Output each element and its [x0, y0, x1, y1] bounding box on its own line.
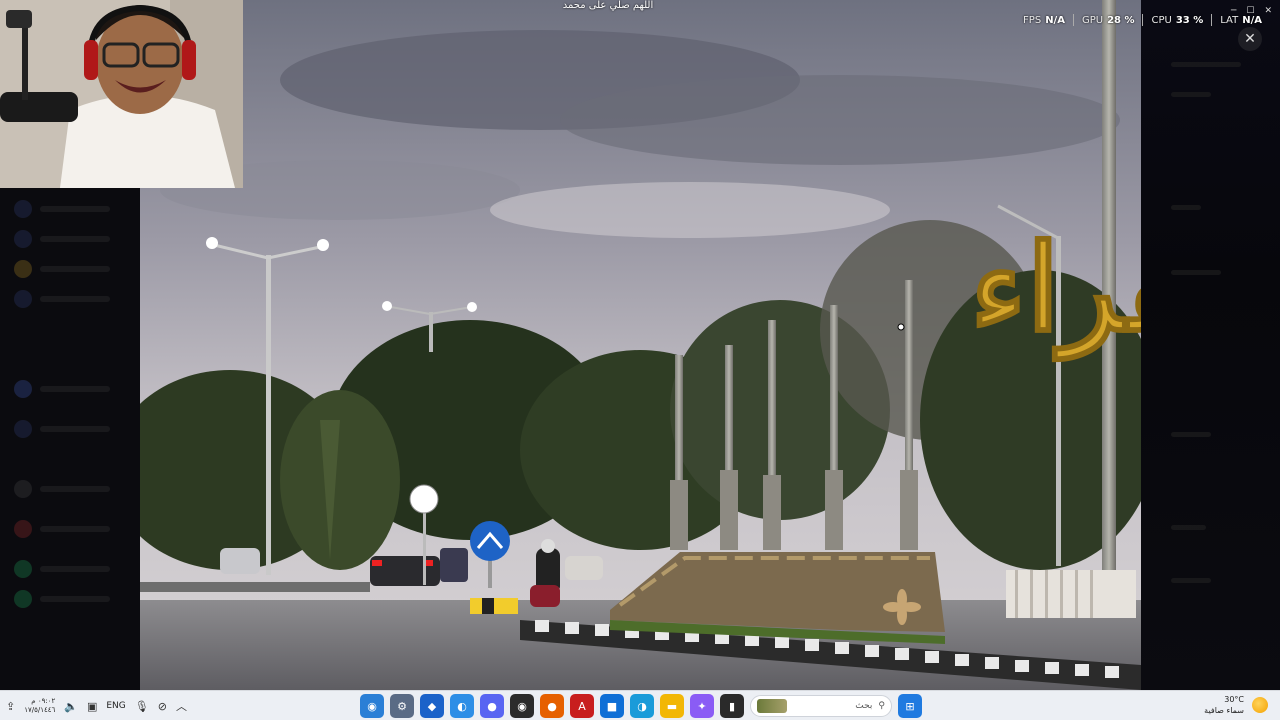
system-tray: ⇪ ٠٩:٠٢ م ١٧/٥/١٤٤٦ 🔈 ▣ ENG 🎙 ⊘ ︿ — [6, 691, 187, 720]
sun-icon — [1252, 697, 1268, 713]
weather-temperature: 30°C — [1224, 695, 1244, 704]
weather-condition: سماء صافية — [1204, 706, 1244, 715]
store-icon[interactable]: ■ — [600, 694, 624, 718]
stream-screen: شقراء — [0, 0, 1280, 720]
clock-time: ٠٩:٠٢ م — [31, 697, 56, 705]
search-icon: ⚲ — [878, 701, 885, 711]
webcam-overlay — [0, 0, 243, 188]
cpu-value: 33 % — [1175, 14, 1204, 26]
terminal-icon[interactable]: ▮ — [720, 694, 744, 718]
start-icon[interactable]: ⊞ — [898, 694, 922, 718]
fps-stat: FPS N/A — [1015, 15, 1073, 26]
cpu-stat: CPU 33 % — [1143, 15, 1211, 26]
window-controls: ─ ☐ ✕ — [1231, 6, 1272, 16]
language-indicator[interactable]: ENG — [106, 701, 125, 711]
gpu-stat: GPU 28 % — [1074, 15, 1143, 26]
tray-arrow-icon[interactable]: ⇪ — [6, 700, 15, 713]
firefox-icon[interactable]: ● — [540, 694, 564, 718]
lat-label: LAT — [1220, 14, 1239, 26]
weather-widget[interactable]: 30°C سماء صافية — [1204, 694, 1268, 716]
show-hidden-icons-icon[interactable]: ︿ — [176, 698, 187, 714]
cpu-label: CPU — [1151, 14, 1172, 26]
network-icon[interactable]: ▣ — [87, 700, 97, 713]
close-overlay-button[interactable]: ✕ — [1238, 27, 1262, 51]
gpu-label: GPU — [1081, 14, 1104, 26]
acrobat-icon[interactable]: A — [570, 694, 594, 718]
fps-label: FPS — [1023, 14, 1042, 26]
maximize-icon[interactable]: ☐ — [1246, 6, 1254, 16]
background-panel — [1141, 0, 1280, 690]
taskbar: ⇪ ٠٩:٠٢ م ١٧/٥/١٤٤٦ 🔈 ▣ ENG 🎙 ⊘ ︿ ◉ ⚙ ◆ … — [0, 690, 1280, 720]
window-close-icon[interactable]: ✕ — [1264, 6, 1272, 16]
search-box[interactable]: بحث ⚲ — [750, 695, 892, 717]
discord-icon[interactable]: ● — [480, 694, 504, 718]
lat-value: N/A — [1242, 14, 1262, 26]
minimize-icon[interactable]: ─ — [1231, 6, 1236, 16]
fps-value: N/A — [1045, 14, 1065, 26]
edge-dev-icon[interactable]: ◐ — [450, 694, 474, 718]
copilot-icon[interactable]: ✦ — [690, 694, 714, 718]
stream-top-caption: اللهم صلي على محمد — [562, 0, 654, 11]
lat-stat: LAT N/A — [1212, 15, 1270, 26]
stream-photo: شقراء — [140, 0, 1141, 690]
obs-icon[interactable]: ◉ — [510, 694, 534, 718]
clock[interactable]: ٠٩:٠٢ م ١٧/٥/١٤٤٦ — [24, 697, 55, 715]
edge-icon[interactable]: ◑ — [630, 694, 654, 718]
sculpture-sign-text: شقراء — [970, 218, 1141, 362]
search-highlight-icon — [757, 699, 787, 713]
volume-icon[interactable]: 🔈 — [64, 700, 78, 713]
settings-icon[interactable]: ⚙ — [390, 694, 414, 718]
background-sidebar — [0, 188, 140, 690]
files-icon[interactable]: ▬ — [660, 694, 684, 718]
search-placeholder: بحث — [855, 701, 873, 711]
microphone-icon[interactable]: 🎙 — [135, 700, 149, 713]
gpu-value: 28 % — [1107, 14, 1135, 26]
security-icon[interactable]: ⊘ — [158, 700, 167, 713]
chrome-icon[interactable]: ◉ — [360, 694, 384, 718]
taskbar-apps: ◉ ⚙ ◆ ◐ ● ◉ ● A ■ ◑ ▬ ✦ ▮ بحث ⚲ ⊞ — [360, 691, 922, 720]
clock-date: ١٧/٥/١٤٤٦ — [24, 706, 56, 714]
shield-icon[interactable]: ◆ — [420, 694, 444, 718]
